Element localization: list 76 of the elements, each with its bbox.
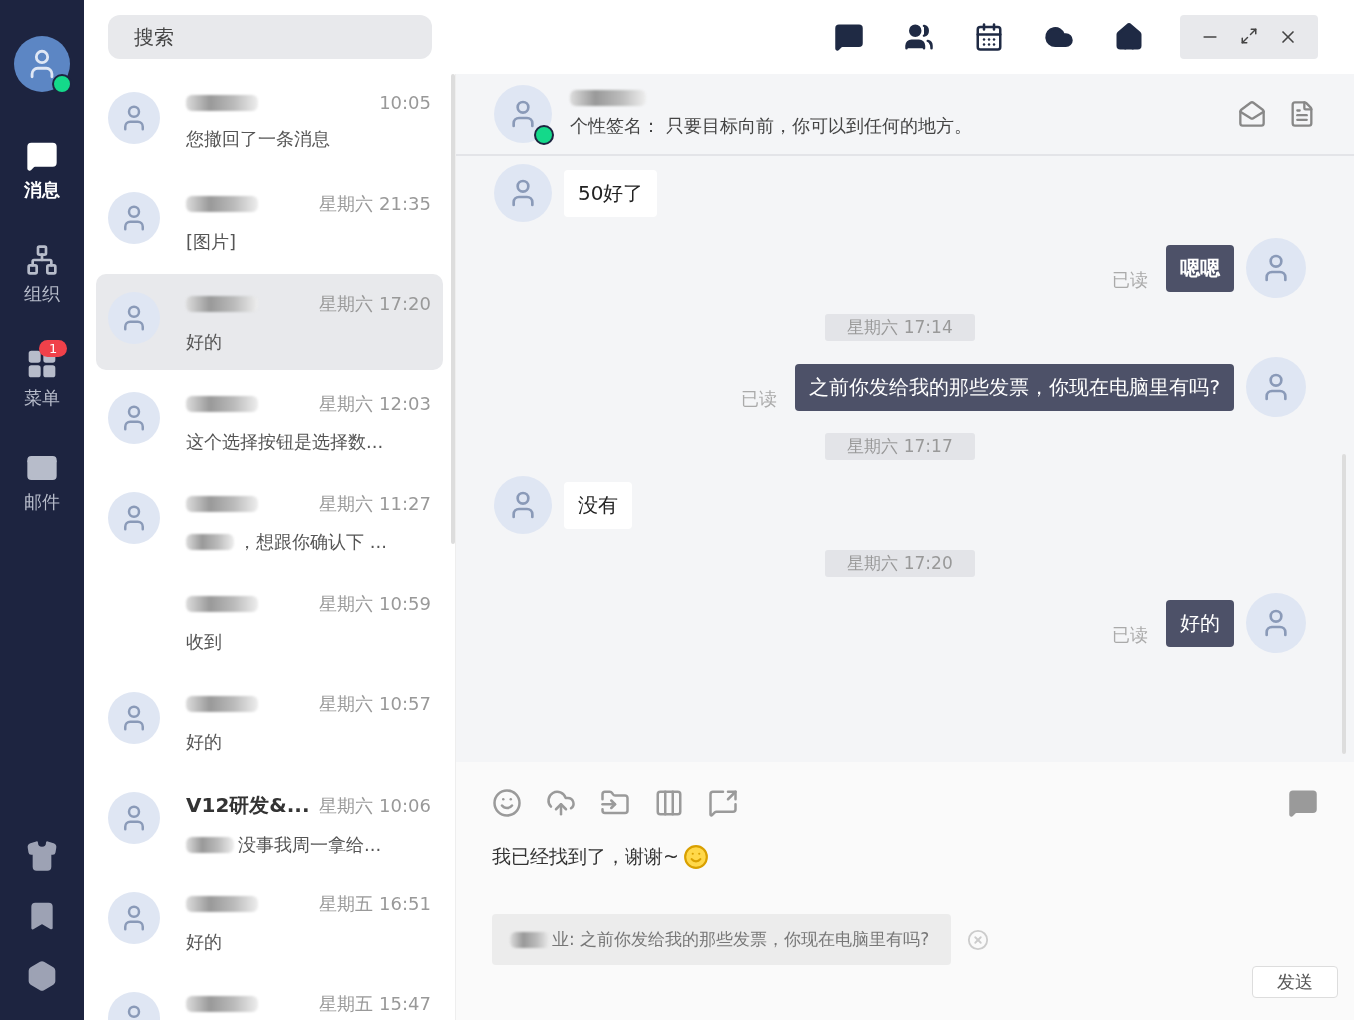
- unread-badge: 1: [39, 340, 68, 357]
- blurred-name: [186, 696, 258, 712]
- blurred-name: [186, 396, 258, 412]
- timestamp: 星期六 17:20: [825, 550, 975, 577]
- message-bubble: 嗯嗯: [1166, 244, 1234, 292]
- send-button[interactable]: 发送: [1252, 966, 1338, 998]
- conversation-item[interactable]: 星期五 16:51 好的: [96, 874, 443, 970]
- conversation-item[interactable]: 星期六 21:35 [图片]: [96, 174, 443, 270]
- blurred-sender: [510, 931, 550, 948]
- shirt-icon[interactable]: [26, 840, 58, 872]
- user-avatar[interactable]: [14, 36, 70, 92]
- conversation-item[interactable]: 10:05 您撤回了一条消息: [96, 74, 443, 170]
- read-status: 已读: [1112, 268, 1148, 292]
- conversation-item[interactable]: V12研发&... 星期六 10:06 没事我周一拿给...: [96, 774, 443, 870]
- home-icon[interactable]: [1114, 22, 1144, 52]
- message-icon: [26, 140, 58, 172]
- conversation-time: 星期六 10:57: [319, 692, 431, 716]
- timestamp: 星期六 17:14: [825, 314, 975, 341]
- nav-item[interactable]: 消息: [7, 132, 77, 202]
- emoji-icon[interactable]: [492, 788, 522, 818]
- message-bubble: 好的: [1166, 599, 1234, 647]
- conversation-name: V12研发&...: [186, 792, 310, 819]
- conversation-time: 星期五 16:51: [319, 892, 431, 916]
- message-preview: [图片]: [186, 230, 237, 254]
- blurred-name: [186, 94, 258, 111]
- message-preview: ，想跟你确认下 ...: [238, 530, 387, 554]
- conversation-item[interactable]: 星期六 11:27 ，想跟你确认下 ...: [96, 474, 443, 570]
- blurred-name: [186, 496, 258, 512]
- conversation-time: 10:05: [379, 92, 431, 113]
- mail-icon[interactable]: [1238, 100, 1266, 128]
- chat-icon[interactable]: [834, 22, 864, 52]
- message-bubble: 之前你发给我的那些发票，你现在电脑里有吗?: [795, 363, 1234, 411]
- upload-icon[interactable]: [546, 788, 576, 818]
- blurred-name: [186, 596, 258, 612]
- message-preview: 这个选择按钮是选择数...: [186, 430, 384, 454]
- conversation-item[interactable]: 星期六 10:59 收到: [96, 574, 443, 670]
- calendar-icon[interactable]: [974, 22, 1004, 52]
- conversation-time: 星期六 17:20: [319, 292, 431, 316]
- blurred-name: [186, 296, 258, 312]
- message-preview: 收到: [186, 630, 222, 654]
- input-field[interactable]: 我已经找到了，谢谢~: [492, 844, 679, 870]
- contacts-icon[interactable]: [904, 22, 934, 52]
- conversation-time: 星期六 12:03: [319, 392, 431, 416]
- hierarchy-icon: [26, 244, 58, 276]
- conversation-time: 星期六 10:06: [319, 793, 431, 818]
- message-preview: 好的: [186, 930, 222, 954]
- signature-text: 个性签名： 只要目标向前，你可以到任何的地方。: [570, 114, 973, 138]
- blurred-name: [186, 896, 258, 912]
- blurred-name: [186, 196, 258, 212]
- read-status: 已读: [741, 387, 778, 411]
- conversation-time: 星期六 11:27: [319, 492, 431, 516]
- conversation-time: 星期六 10:59: [319, 592, 431, 616]
- message-preview: 您撤回了一条消息: [186, 127, 330, 151]
- grin-emoji-icon: [682, 844, 709, 870]
- timestamp: 星期六 17:17: [825, 433, 975, 460]
- blurred-name: [186, 996, 258, 1012]
- message-preview: 好的: [186, 330, 222, 354]
- conversation-time: 星期六 21:35: [319, 192, 431, 216]
- conversation-item[interactable]: 星期六 10:57 好的: [96, 674, 443, 770]
- online-status-dot: [52, 74, 72, 94]
- conversation-item[interactable]: 星期六 17:20 好的: [96, 274, 443, 370]
- nav-item[interactable]: 菜单 1: [7, 340, 77, 410]
- hexagon-icon[interactable]: [26, 960, 58, 992]
- maximize-icon[interactable]: [1240, 27, 1258, 45]
- conversation-time: 星期五 15:47: [319, 992, 431, 1016]
- message-bubble: 没有: [564, 481, 632, 529]
- conversation-item[interactable]: 星期六 12:03 这个选择按钮是选择数...: [96, 374, 443, 470]
- search-field[interactable]: 搜索: [108, 15, 432, 59]
- message-preview: 没事我周一拿给...: [238, 833, 382, 857]
- message-icon[interactable]: [1288, 788, 1318, 818]
- read-status: 已读: [1112, 623, 1148, 647]
- message-preview: 好的: [186, 730, 222, 754]
- quote-text: 业: 之前你发给我的那些发票，你现在电脑里有吗?: [552, 928, 930, 951]
- message-bubble: 50好了: [564, 169, 658, 217]
- nav-item[interactable]: 邮件: [7, 444, 77, 514]
- nav-item[interactable]: 组织: [7, 236, 77, 306]
